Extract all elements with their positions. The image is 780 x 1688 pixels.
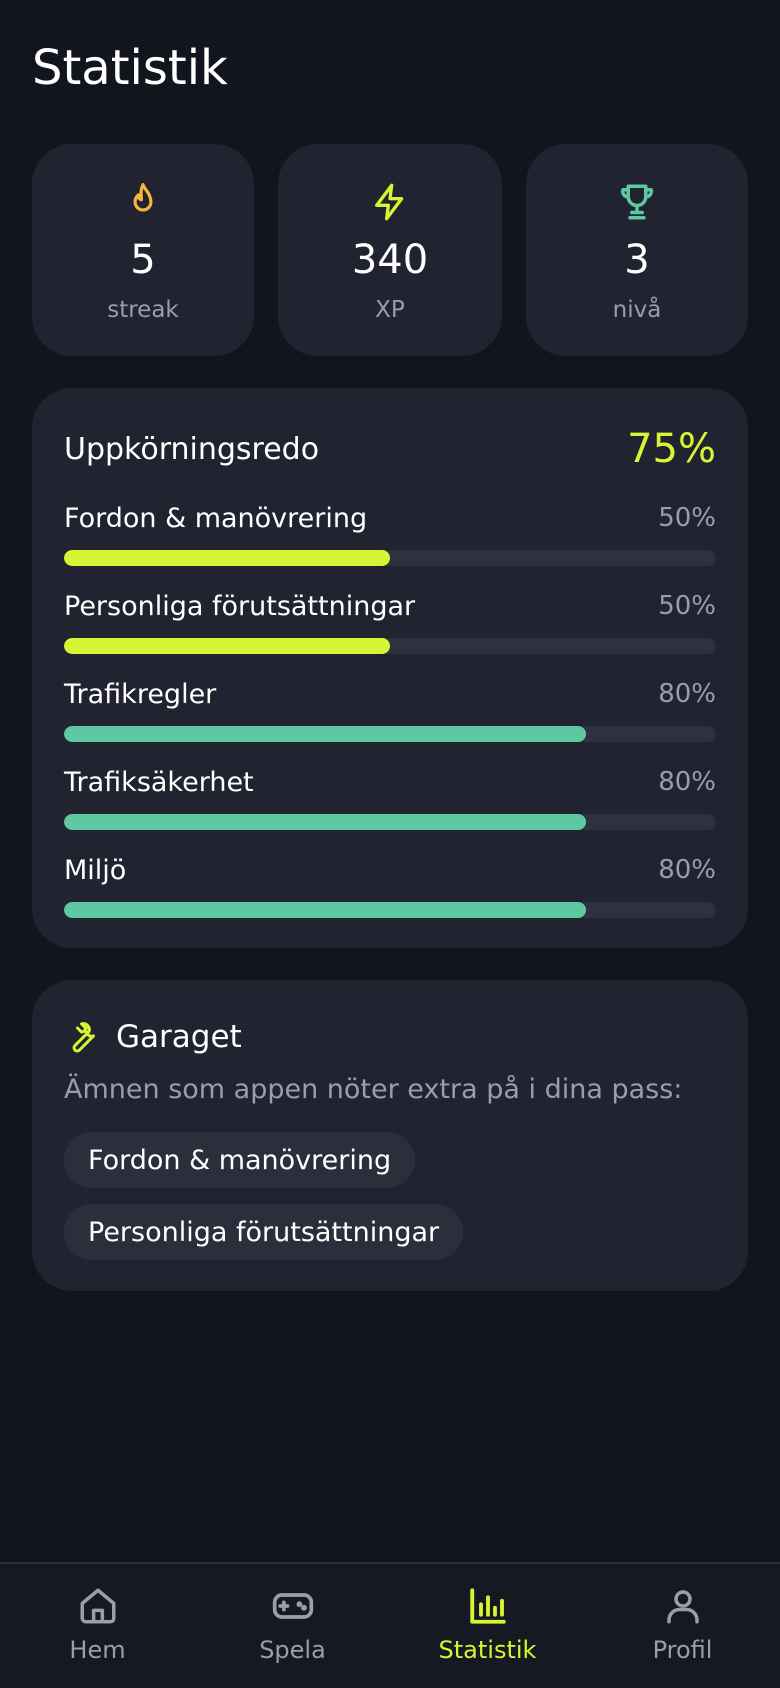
stat-value: 340 — [351, 237, 429, 283]
nav-item-profile[interactable]: Profil — [585, 1564, 780, 1688]
bottom-navigation: Hem Spela Statistik Profil — [0, 1562, 780, 1688]
garage-card: Garaget Ämnen som appen nöter extra på i… — [32, 980, 748, 1291]
progress-fill — [64, 550, 390, 566]
nav-item-statistics[interactable]: Statistik — [390, 1564, 585, 1688]
progress-track — [64, 814, 716, 830]
page-title: Statistik — [32, 40, 228, 96]
nav-item-play[interactable]: Spela — [195, 1564, 390, 1688]
statistics-screen: Statistik 5 streak 340 XP 3 nivå Uppkörn… — [0, 0, 780, 1688]
progress-fill — [64, 638, 390, 654]
progress-track — [64, 638, 716, 654]
nav-label: Profil — [652, 1636, 713, 1664]
stat-card-streak: 5 streak — [32, 144, 254, 356]
progress-fill — [64, 814, 586, 830]
user-icon — [661, 1584, 705, 1628]
trophy-icon — [613, 178, 661, 226]
topic-chip[interactable]: Personliga förutsättningar — [64, 1204, 464, 1260]
readiness-header: Uppkörningsredo 75% — [64, 426, 716, 472]
stat-label: XP — [375, 297, 405, 323]
nav-label: Hem — [69, 1636, 126, 1664]
category-percent: 80% — [658, 855, 716, 885]
home-icon — [76, 1584, 120, 1628]
nav-label: Spela — [259, 1636, 326, 1664]
stat-value: 5 — [130, 237, 156, 283]
category-label: Trafikregler — [64, 678, 217, 710]
category-item: Miljö 80% — [64, 850, 716, 920]
topic-chip[interactable]: Fordon & manövrering — [64, 1132, 416, 1188]
category-percent: 80% — [658, 767, 716, 797]
progress-track — [64, 550, 716, 566]
category-item: Trafiksäkerhet 80% — [64, 762, 716, 832]
category-label: Trafiksäkerhet — [64, 766, 254, 798]
stat-value: 3 — [624, 237, 650, 283]
category-item: Trafikregler 80% — [64, 674, 716, 744]
gamepad-icon — [271, 1584, 315, 1628]
category-percent: 50% — [658, 503, 716, 533]
lightning-icon — [366, 178, 414, 226]
stat-card-xp: 340 XP — [278, 144, 502, 356]
progress-track — [64, 726, 716, 742]
category-percent: 80% — [658, 679, 716, 709]
stat-card-level: 3 nivå — [526, 144, 748, 356]
nav-item-home[interactable]: Hem — [0, 1564, 195, 1688]
progress-fill — [64, 726, 586, 742]
category-label: Personliga förutsättningar — [64, 590, 416, 622]
category-item: Fordon & manövrering 50% — [64, 498, 716, 568]
progress-fill — [64, 902, 586, 918]
bar-chart-icon — [466, 1584, 510, 1628]
progress-track — [64, 902, 716, 918]
readiness-percent: 75% — [627, 426, 716, 472]
garage-description: Ämnen som appen nöter extra på i dina pa… — [64, 1074, 683, 1105]
category-label: Miljö — [64, 854, 127, 886]
stat-label: nivå — [612, 297, 662, 323]
flame-icon — [119, 178, 167, 226]
stat-label: streak — [107, 297, 179, 323]
stats-row: 5 streak 340 XP 3 nivå — [32, 144, 748, 356]
readiness-title: Uppkörningsredo — [64, 431, 320, 467]
garage-title: Garaget — [116, 1019, 242, 1055]
readiness-card: Uppkörningsredo 75% Fordon & manövrering… — [32, 388, 748, 948]
category-label: Fordon & manövrering — [64, 502, 368, 534]
category-item: Personliga förutsättningar 50% — [64, 586, 716, 656]
wrench-icon — [64, 1019, 100, 1055]
category-percent: 50% — [658, 591, 716, 621]
garage-header: Garaget — [64, 1012, 242, 1062]
nav-label: Statistik — [438, 1636, 537, 1664]
